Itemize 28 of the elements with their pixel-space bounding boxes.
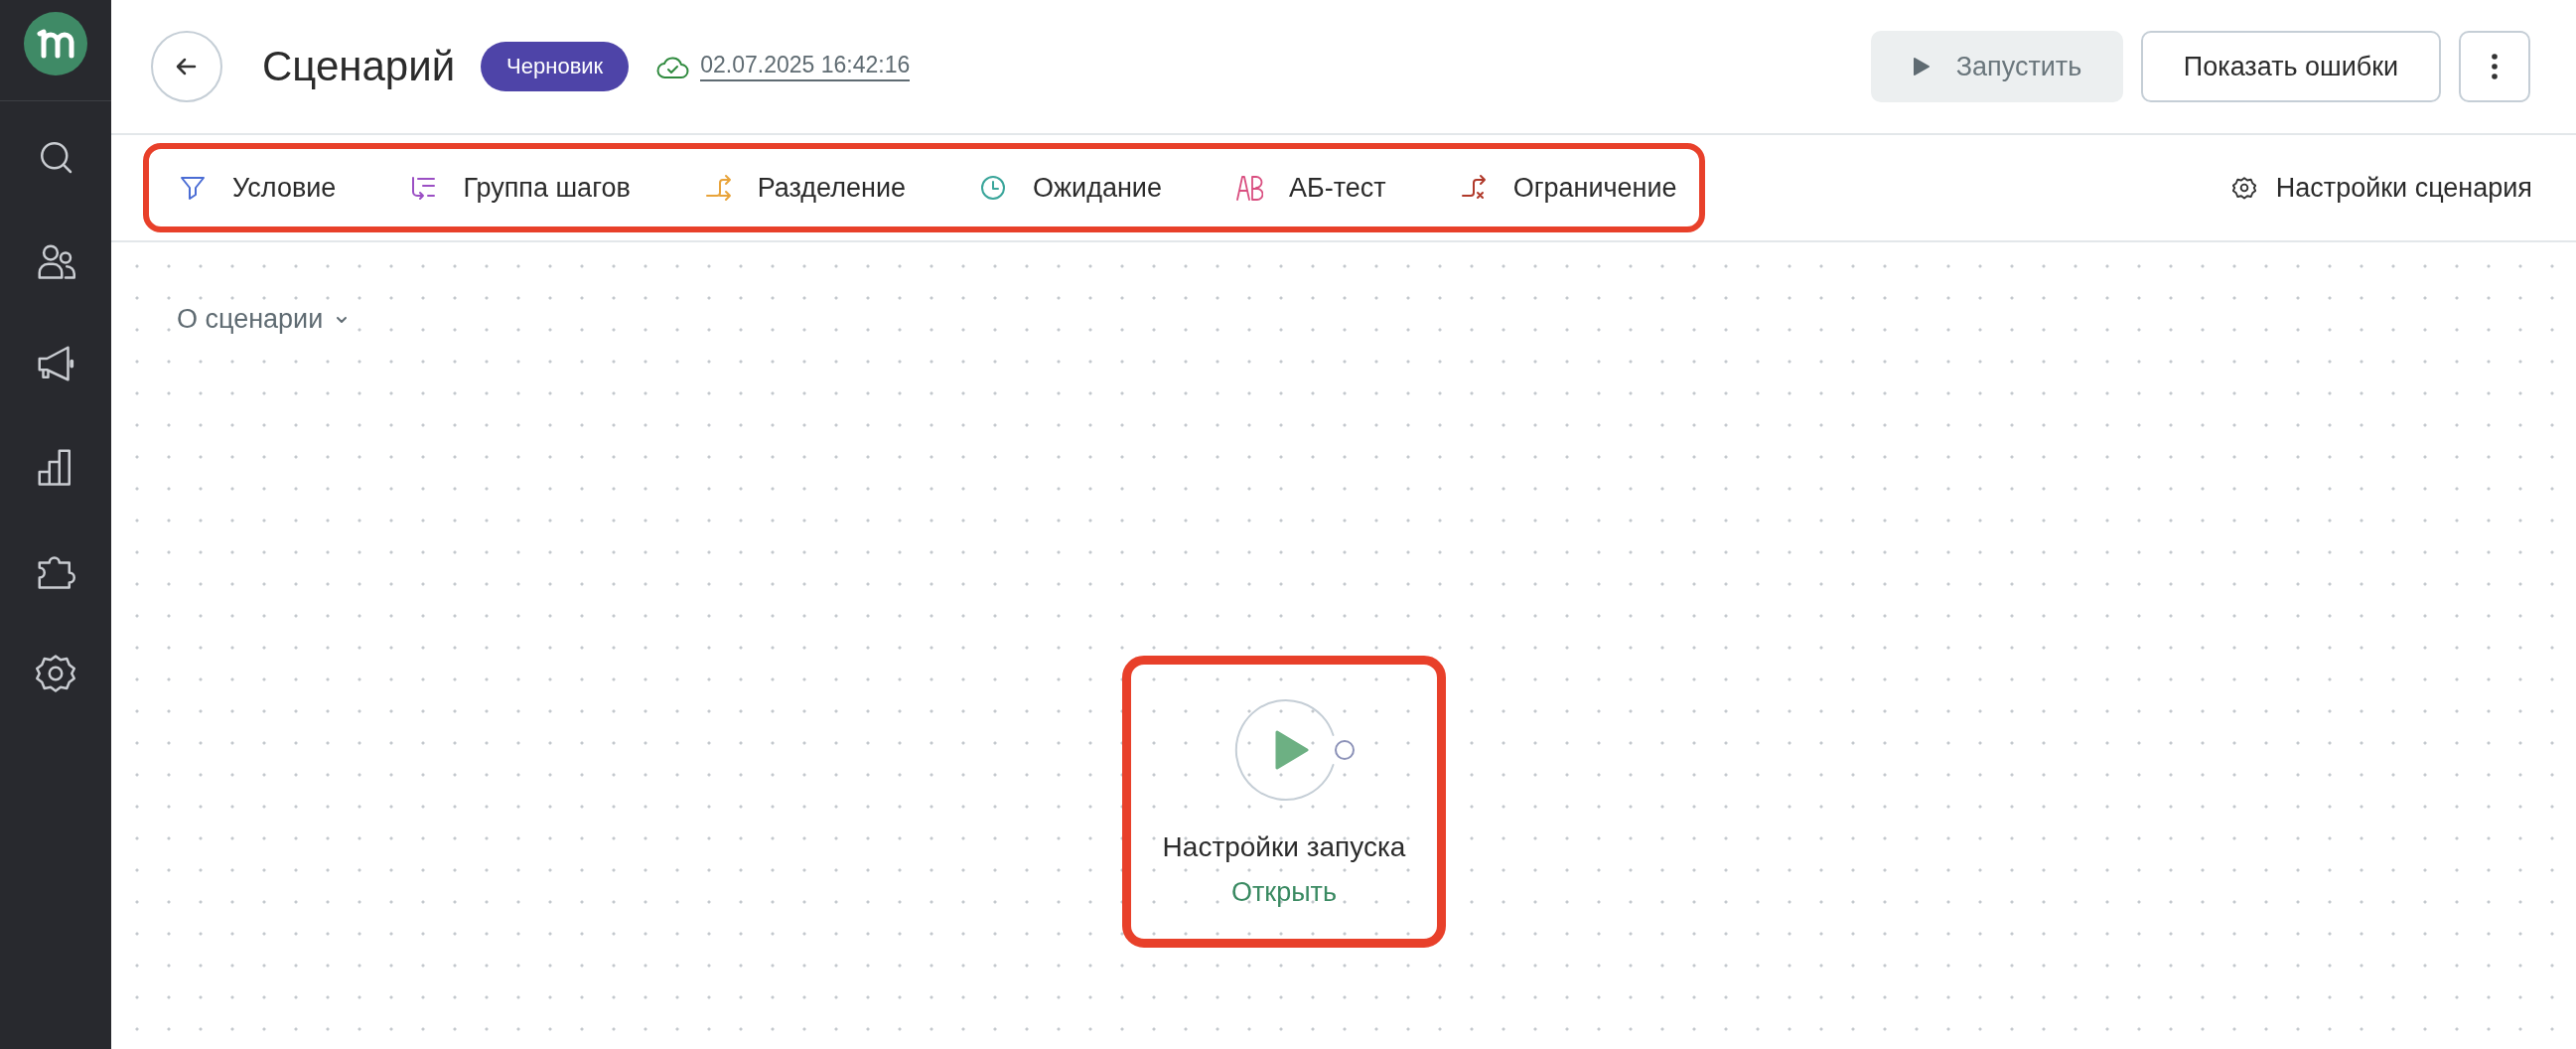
node-title: Настройки запуска <box>1162 831 1406 863</box>
toolbar-item[interactable]: Ожидание <box>979 172 1162 204</box>
split-arrows-icon <box>703 174 732 202</box>
toolbar-item[interactable]: Условие <box>179 172 337 204</box>
ab-letters-icon <box>1234 174 1263 202</box>
start-node-drawing[interactable] <box>1233 698 1357 802</box>
toolbar-item[interactable]: Разделение <box>703 172 906 204</box>
funnel-icon <box>179 174 207 202</box>
scenario-settings-link[interactable]: Настройки сценария <box>2231 172 2532 204</box>
cloud-check-icon <box>656 54 691 79</box>
toolbar-item[interactable]: Ограничение <box>1459 172 1677 204</box>
open-link[interactable]: Открыть <box>1230 877 1337 908</box>
saved-timestamp[interactable]: 02.07.2025 16:42:16 <box>700 52 911 81</box>
settings-icon[interactable] <box>36 654 75 693</box>
logo-icon[interactable] <box>24 12 87 75</box>
page-title: Сценарий <box>262 43 456 90</box>
settings-icon <box>2231 176 2256 200</box>
megaphone-icon[interactable] <box>36 344 75 383</box>
limit-arrow-icon <box>1459 174 1488 202</box>
play-icon <box>1912 57 1931 76</box>
toolbar-item[interactable]: Группа шагов <box>409 172 631 204</box>
chevron-down-icon <box>335 314 350 325</box>
clock-icon <box>979 174 1007 202</box>
toolbar-item[interactable]: АБ-тест <box>1234 172 1386 204</box>
list-icon <box>409 174 438 202</box>
kebab-icon <box>2491 53 2499 80</box>
show-errors-button[interactable]: Показать ошибки <box>2141 31 2441 102</box>
status-badge: Черновик <box>481 42 630 91</box>
